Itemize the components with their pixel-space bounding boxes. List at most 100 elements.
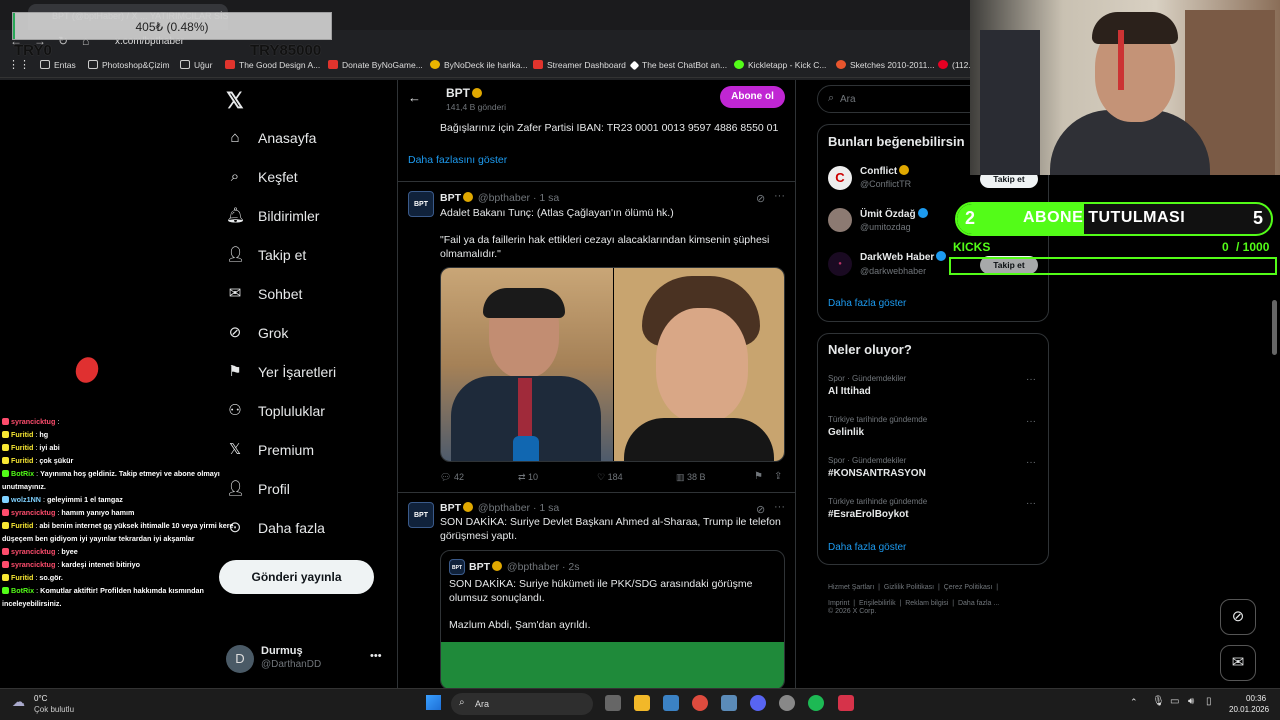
footer-link[interactable]: Erişilebilirlik <box>859 600 896 607</box>
show-more-link[interactable]: Daha fazla göster <box>828 542 906 553</box>
bookmark-item[interactable]: The Good Design A... <box>225 60 320 70</box>
show-more-link[interactable]: Daha fazla göster <box>828 298 906 309</box>
tweet-avatar[interactable]: BPT <box>408 191 434 217</box>
more-icon[interactable]: ··· <box>774 190 785 202</box>
weather-icon[interactable]: ☁ <box>12 694 25 710</box>
chat-username[interactable]: BotRix <box>11 586 34 595</box>
chat-username[interactable]: syrancicktug <box>11 547 55 556</box>
bookmark-item[interactable]: ByNoDeck ile harika... <box>430 60 528 70</box>
bookmark-item[interactable]: The best ChatBot an... <box>629 60 727 71</box>
footer-link[interactable]: Gizlilik Politikası <box>884 584 934 591</box>
volume-icon[interactable]: 🔊︎ <box>1188 696 1194 707</box>
chat-username[interactable]: syrancicktug <box>11 417 55 426</box>
grok-float-icon[interactable]: ⊘ <box>1220 599 1256 635</box>
grok-icon[interactable]: ⊘ <box>756 192 765 205</box>
bookmark-item[interactable]: Sketches 2010-2011... <box>836 60 934 70</box>
bookmark-item[interactable]: Photoshop&Çizim <box>88 60 170 70</box>
like-button[interactable]: ♡ 184 <box>597 470 623 484</box>
network-icon[interactable]: ▭ <box>1170 696 1179 707</box>
chat-username[interactable]: Furitid <box>11 573 33 582</box>
nav-home[interactable]: ⌂ Anasayfa <box>226 129 316 147</box>
chat-username[interactable]: Furitid <box>11 430 33 439</box>
nav-communities[interactable]: ⚇ Topluluklar <box>226 402 325 420</box>
chat-username[interactable]: syrancicktug <box>11 508 55 517</box>
mic-icon[interactable]: 🎙︎ <box>1152 696 1165 707</box>
task-view-icon[interactable] <box>605 695 621 711</box>
battery-icon[interactable]: ▯ <box>1206 696 1212 707</box>
chrome-icon[interactable] <box>692 695 708 711</box>
nav-notifications[interactable]: 🔔︎ Bildirimler <box>226 207 319 225</box>
app-icon[interactable] <box>721 695 737 711</box>
taskbar-search[interactable]: ⌕ Ara <box>451 693 593 715</box>
trend-topic[interactable]: Al Ittihad <box>828 386 871 397</box>
more-icon[interactable]: ··· <box>1026 374 1036 385</box>
show-more-link[interactable]: Daha fazlasını göster <box>408 153 507 167</box>
discord-icon[interactable] <box>750 695 766 711</box>
more-icon[interactable]: ··· <box>1026 498 1036 509</box>
nav-explore[interactable]: ⌕ Keşfet <box>226 168 298 186</box>
x-logo[interactable]: 𝕏 <box>226 88 244 114</box>
tray-chevron-icon[interactable]: ⌃ <box>1130 697 1138 708</box>
post-button[interactable]: Gönderi yayınla <box>219 560 374 594</box>
footer-link[interactable]: Çerez Politikası <box>944 584 993 591</box>
chat-username[interactable]: Furitid <box>11 521 33 530</box>
chat-username[interactable]: Furitid <box>11 443 33 452</box>
views-counter[interactable]: ▥ 38 B <box>676 470 706 484</box>
nav-grok[interactable]: ⊘ Grok <box>226 324 289 342</box>
reply-button[interactable]: 💬︎ 42 <box>440 470 464 484</box>
app-icon[interactable] <box>838 695 854 711</box>
bookmark-item[interactable]: Kickletapp - Kick C... <box>734 60 826 70</box>
nav-premium[interactable]: 𝕏 Premium <box>226 441 314 459</box>
footer-link[interactable]: Imprint <box>828 600 849 607</box>
more-icon[interactable]: ··· <box>1026 416 1036 427</box>
nav-bookmarks[interactable]: ⚑ Yer İşaretleri <box>226 363 336 381</box>
user-avatar[interactable]: D <box>226 645 254 673</box>
bookmark-item[interactable]: Donate ByNoGame... <box>328 60 423 70</box>
subscribe-button[interactable]: Abone ol <box>720 86 785 108</box>
bookmark-item[interactable]: Entas <box>40 60 76 70</box>
spotify-icon[interactable] <box>808 695 824 711</box>
scrollbar-thumb[interactable] <box>1272 300 1277 355</box>
trend-topic[interactable]: #KONSANTRASYON <box>828 468 926 479</box>
chat-message: Furitid : çok şükür <box>2 456 73 465</box>
footer-link[interactable]: Hizmet Şartları <box>828 584 874 591</box>
footer-link[interactable]: Reklam bilgisi <box>905 600 948 607</box>
bookmark-icon[interactable]: ⚑ <box>754 470 763 484</box>
weather-temp[interactable]: 0°C <box>34 694 47 703</box>
start-icon[interactable] <box>426 695 441 710</box>
clock-time[interactable]: 00:36 <box>1246 694 1266 703</box>
obs-icon[interactable] <box>779 695 795 711</box>
chat-badge-icon <box>2 431 9 438</box>
footer-link[interactable]: Daha fazla ... <box>958 600 999 607</box>
user-avatar[interactable]: C <box>828 166 852 190</box>
more-icon[interactable]: ··· <box>774 501 785 513</box>
clock-date[interactable]: 20.01.2026 <box>1229 705 1269 714</box>
tweet-avatar[interactable]: BPT <box>408 502 434 528</box>
chat-username[interactable]: Furitid <box>11 456 33 465</box>
trend-topic[interactable]: #EsraErolBoykot <box>828 509 909 520</box>
store-icon[interactable] <box>663 695 679 711</box>
chat-username[interactable]: BotRix <box>11 469 34 478</box>
user-avatar[interactable]: ● <box>828 252 852 276</box>
nav-messages[interactable]: ✉ Sohbet <box>226 285 303 303</box>
nav-more[interactable]: ⊙ Daha fazla <box>226 519 325 537</box>
share-icon[interactable]: ⇪ <box>774 470 782 484</box>
tweet-media[interactable] <box>440 267 785 462</box>
weather-desc[interactable]: Çok bulutlu <box>34 705 74 714</box>
messages-float-icon[interactable]: ✉ <box>1220 645 1256 681</box>
user-avatar[interactable] <box>828 208 852 232</box>
quote-tweet[interactable]: BPT BPT @bpthaber · 2s SON DAKİKA: Suriy… <box>440 550 785 690</box>
repost-button[interactable]: ⇄ 10 <box>518 470 538 484</box>
more-icon[interactable]: ··· <box>1026 457 1036 468</box>
bookmark-item[interactable]: Streamer Dashboard <box>533 60 626 70</box>
apps-grid-icon[interactable]: ⋮⋮ <box>8 58 30 71</box>
chat-username[interactable]: syrancicktug <box>11 560 55 569</box>
nav-profile[interactable]: 👤︎ Profil <box>226 480 290 498</box>
back-arrow-icon[interactable]: ← <box>408 90 421 105</box>
account-menu-icon[interactable]: ••• <box>370 650 382 662</box>
nav-follow[interactable]: 👤︎ Takip et <box>226 246 306 264</box>
trend-topic[interactable]: Gelinlik <box>828 427 864 438</box>
file-explorer-icon[interactable] <box>634 695 650 711</box>
bookmark-item[interactable]: Uğur <box>180 60 212 70</box>
chat-username[interactable]: wolz1NN <box>11 495 41 504</box>
